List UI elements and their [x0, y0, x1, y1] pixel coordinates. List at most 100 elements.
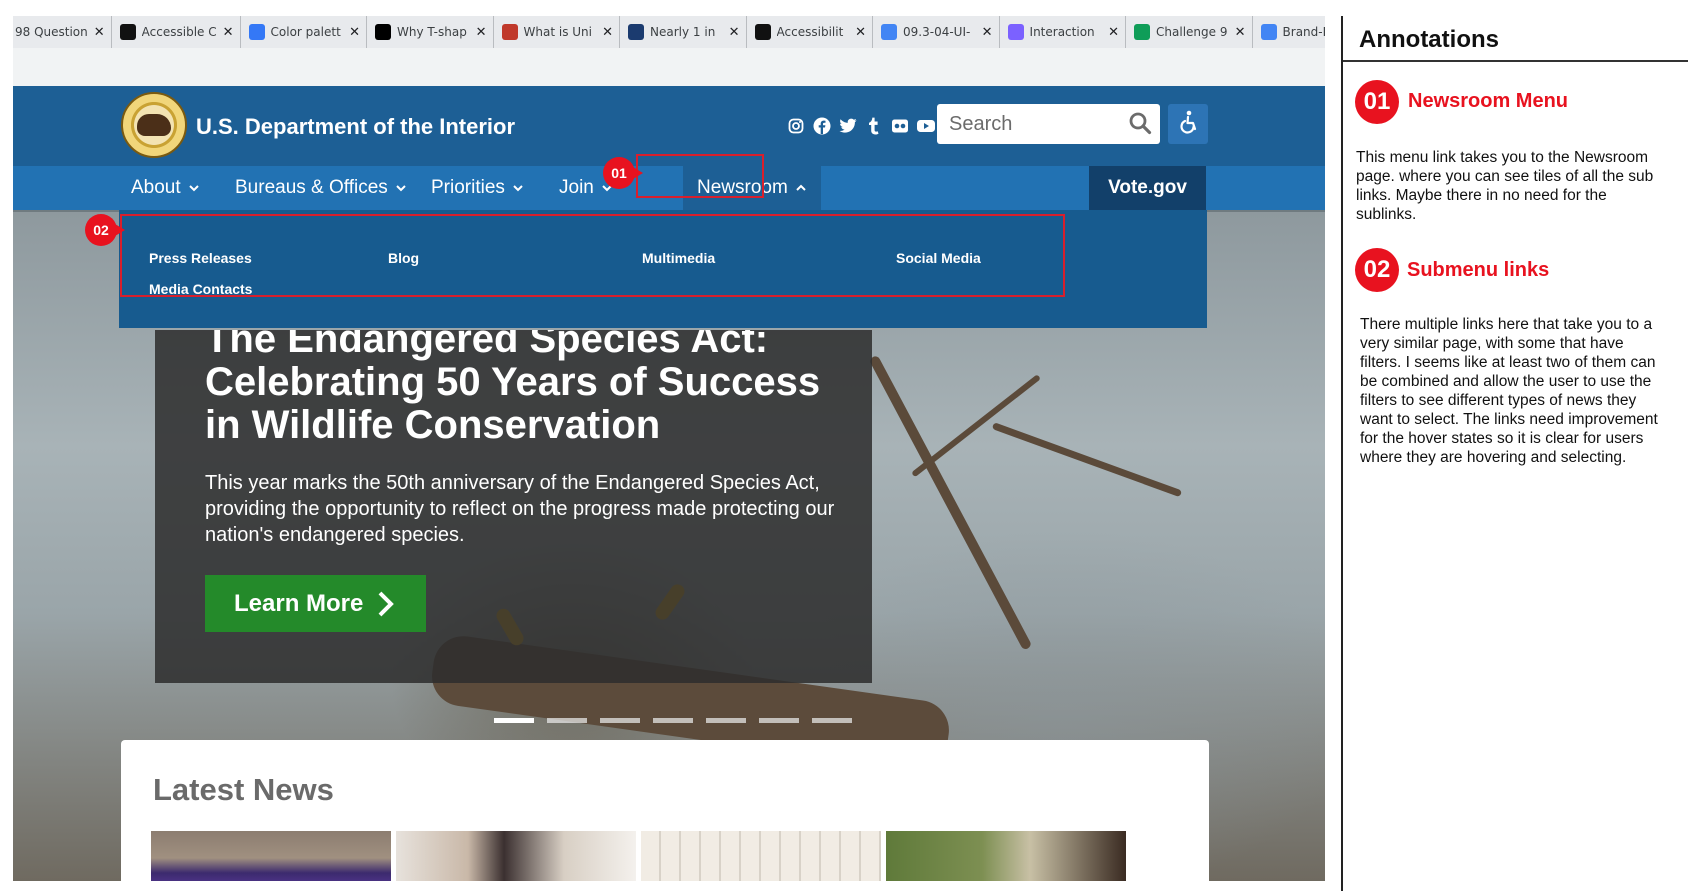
- agency-name[interactable]: U.S. Department of the Interior: [196, 114, 515, 140]
- browser-tab[interactable]: Nearly 1 in ✕: [620, 16, 747, 48]
- nav-about[interactable]: About: [131, 166, 201, 210]
- annotation-body: There multiple links here that take you …: [1360, 316, 1658, 466]
- browser-tab-strip: 98 Question ✕ Accessible C ✕ Color palett ✕ Wh…: [13, 16, 1325, 48]
- news-thumbnail-wind-farm[interactable]: [641, 831, 881, 881]
- tumblr-icon[interactable]: [864, 116, 884, 136]
- annotation-marker-01: 01: [603, 157, 643, 189]
- nav-priorities[interactable]: Priorities: [431, 166, 525, 210]
- close-icon[interactable]: ✕: [1108, 25, 1119, 40]
- annotation-heading: Newsroom Menu: [1408, 90, 1569, 112]
- news-thumbnail-wildlife[interactable]: [886, 831, 1126, 881]
- browser-tab[interactable]: Challenge 9 ✕: [1126, 16, 1253, 48]
- tab-title: Challenge 9: [1156, 25, 1228, 39]
- learn-more-label: Learn More: [234, 589, 364, 617]
- nav-label: Join: [559, 177, 594, 198]
- close-icon[interactable]: ✕: [94, 25, 105, 40]
- chevron-down-icon: [396, 185, 406, 192]
- medium-icon: [375, 24, 392, 40]
- tab-title: Color palett: [270, 25, 341, 39]
- tab-title: 09.3-04-UI-: [903, 25, 971, 39]
- carousel-dot[interactable]: [706, 718, 746, 723]
- doi-website: U.S. Department of the Interior About: [13, 86, 1325, 881]
- youtube-icon[interactable]: [916, 116, 936, 136]
- tab-title: What is Uni: [523, 25, 592, 39]
- chevron-down-icon: [513, 185, 523, 192]
- hero-card: The Endangered Species Act: Celebrating …: [155, 330, 872, 683]
- twitter-icon[interactable]: [838, 116, 858, 136]
- annotation-body: This menu link takes you to the Newsroom…: [1356, 149, 1654, 223]
- tab-title: Brand-Pi: [1282, 25, 1325, 39]
- annotation-number: 01: [1355, 80, 1399, 124]
- annotation-highlight-newsroom: [636, 154, 764, 198]
- vote-gov-link[interactable]: Vote.gov: [1089, 166, 1206, 210]
- close-icon[interactable]: ✕: [729, 25, 740, 40]
- annotation-number: 02: [1355, 248, 1399, 292]
- carousel-dot[interactable]: [547, 718, 587, 723]
- browser-tab[interactable]: What is Uni ✕: [494, 16, 621, 48]
- annotations-rule: [1343, 60, 1688, 62]
- browser-tab[interactable]: Brand-Pi✕: [1253, 16, 1325, 48]
- close-icon[interactable]: ✕: [1235, 25, 1246, 40]
- close-icon[interactable]: ✕: [223, 25, 234, 40]
- browser-tab[interactable]: Accessible C ✕: [112, 16, 241, 48]
- facebook-icon[interactable]: [812, 116, 832, 136]
- annotations-title: Annotations: [1359, 26, 1499, 53]
- learn-more-button[interactable]: Learn More: [205, 575, 426, 632]
- close-icon[interactable]: ✕: [855, 25, 866, 40]
- branch-shape: [991, 422, 1183, 498]
- hero-title: The Endangered Species Act: Celebrating …: [205, 330, 821, 447]
- annotation-highlight-submenu: [120, 214, 1065, 297]
- branch-shape: [911, 374, 1041, 478]
- carousel-indicators: [494, 718, 852, 723]
- flickr-icon[interactable]: [890, 116, 910, 136]
- browser-tab[interactable]: 98 Question ✕: [13, 16, 112, 48]
- tab-title: Nearly 1 in: [650, 25, 716, 39]
- browser-tab[interactable]: Why T-shap ✕: [367, 16, 494, 48]
- browser-tab[interactable]: Interaction ✕: [1000, 16, 1127, 48]
- close-icon[interactable]: ✕: [476, 25, 487, 40]
- search-box: [937, 104, 1160, 144]
- close-icon[interactable]: ✕: [602, 25, 613, 40]
- wheelchair-icon: [1177, 110, 1199, 139]
- close-icon[interactable]: ✕: [982, 25, 993, 40]
- chevron-down-icon: [188, 185, 199, 192]
- figma-icon: [1007, 24, 1024, 40]
- nav-label: Bureaus & Offices: [235, 177, 388, 198]
- chevron-up-icon: [796, 184, 806, 191]
- annotation-marker-02: 02: [85, 214, 125, 246]
- browser-tab[interactable]: Accessibilit ✕: [747, 16, 874, 48]
- screenshot-stage: 98 Question ✕ Accessible C ✕ Color palett ✕ Wh…: [0, 0, 1688, 891]
- annotation-heading: Submenu links: [1407, 259, 1550, 281]
- carousel-dot[interactable]: [653, 718, 693, 723]
- news-thumbnail-students[interactable]: [151, 831, 391, 881]
- doi-seal-logo[interactable]: [121, 92, 187, 158]
- search-icon[interactable]: [1128, 111, 1152, 140]
- carousel-dot[interactable]: [812, 718, 852, 723]
- accessibility-site-icon: [754, 24, 771, 40]
- accessible-colors-icon: [119, 24, 136, 40]
- tab-title: Interaction: [1029, 25, 1095, 39]
- cb-icon: [628, 24, 645, 40]
- tab-title: Accessible C: [141, 25, 217, 39]
- instagram-icon[interactable]: [786, 116, 806, 136]
- carousel-dot[interactable]: [494, 718, 534, 723]
- browser-tab[interactable]: Color palett ✕: [241, 16, 368, 48]
- google-drive-icon: [1134, 24, 1151, 40]
- news-thumbnail-meeting[interactable]: [396, 831, 636, 881]
- browser-toolbar: [13, 48, 1325, 86]
- tab-title: 98 Question: [15, 25, 88, 39]
- nav-bureaus-offices[interactable]: Bureaus & Offices: [235, 166, 408, 210]
- search-input[interactable]: [937, 104, 1122, 144]
- carousel-dot[interactable]: [600, 718, 640, 723]
- tab-title: Accessibilit: [776, 25, 844, 39]
- nav-label: About: [131, 177, 181, 198]
- accessibility-button[interactable]: [1168, 104, 1208, 144]
- chevron-right-icon: [378, 591, 395, 616]
- carousel-dot[interactable]: [759, 718, 799, 723]
- latest-news-heading: Latest News: [153, 772, 334, 807]
- browser-tab[interactable]: 09.3-04-UI- ✕: [873, 16, 1000, 48]
- nav-label: Priorities: [431, 177, 505, 198]
- coolors-icon: [248, 24, 265, 40]
- close-icon[interactable]: ✕: [349, 25, 360, 40]
- google-docs-icon: [1260, 24, 1277, 40]
